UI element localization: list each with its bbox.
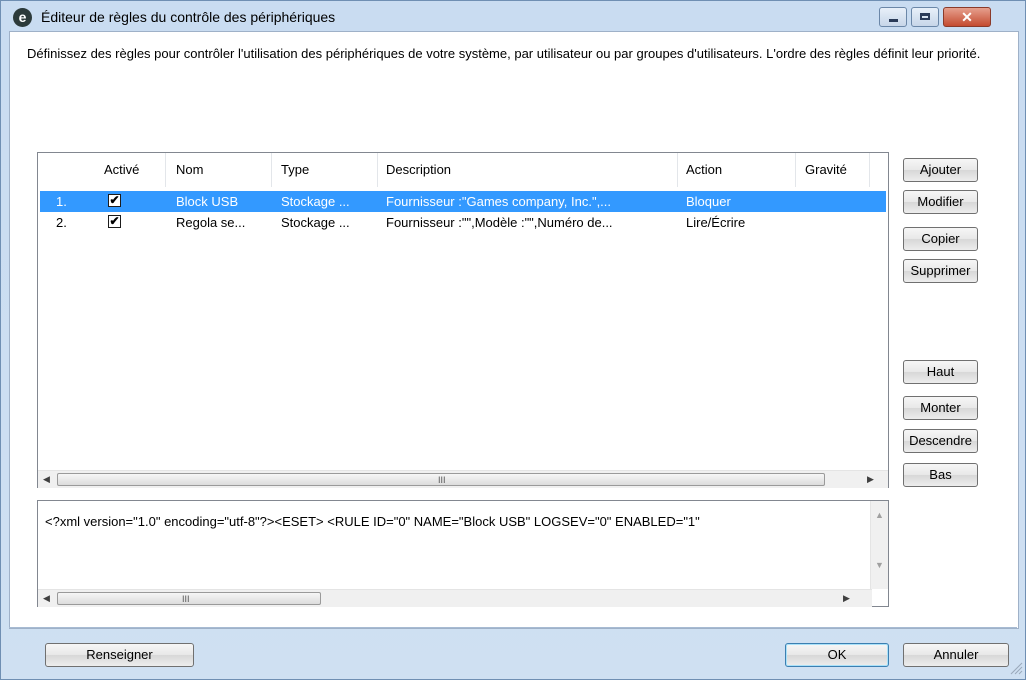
- row-action: Lire/Écrire: [686, 215, 746, 230]
- row-severity: [805, 212, 865, 233]
- scroll-up-icon[interactable]: ▲: [871, 507, 888, 524]
- delete-button[interactable]: Supprimer: [903, 259, 978, 283]
- rules-table[interactable]: Activé Nom Type Description Action Gravi…: [37, 152, 889, 488]
- maximize-icon: [920, 13, 930, 20]
- row-enabled-checkbox[interactable]: ✔: [108, 215, 121, 228]
- row-name: Block USB: [176, 194, 239, 209]
- table-horizontal-scrollbar[interactable]: ◀ III ▶: [38, 470, 888, 488]
- title-bar[interactable]: e Éditeur de règles du contrôle des péri…: [1, 1, 1025, 31]
- ok-button[interactable]: OK: [785, 643, 889, 667]
- grip-icon: III: [182, 594, 190, 604]
- scroll-right-icon[interactable]: ▶: [862, 471, 879, 488]
- table-row[interactable]: 2. ✔ Regola se... Stockage ... Fournisse…: [40, 212, 886, 233]
- footer-divider: [9, 627, 1017, 628]
- close-icon: ✕: [961, 9, 973, 25]
- row-type: Stockage ...: [281, 215, 350, 230]
- column-header-type[interactable]: Type: [281, 153, 309, 187]
- row-name: Regola se...: [176, 215, 246, 230]
- copy-button[interactable]: Copier: [903, 227, 978, 251]
- column-header-enabled[interactable]: Activé: [104, 153, 139, 187]
- xml-preview-box[interactable]: <?xml version="1.0" encoding="utf-8"?><E…: [37, 500, 889, 607]
- scroll-thumb[interactable]: III: [57, 592, 321, 605]
- scroll-left-icon[interactable]: ◀: [38, 471, 55, 488]
- xml-horizontal-scrollbar[interactable]: ◀ III ▶: [38, 589, 872, 607]
- dialog-description: Définissez des règles pour contrôler l'u…: [27, 46, 981, 61]
- scroll-left-icon[interactable]: ◀: [38, 590, 55, 607]
- row-description: Fournisseur :"",Modèle :"",Numéro de...: [386, 215, 613, 230]
- populate-button[interactable]: Renseigner: [45, 643, 194, 667]
- column-header-action[interactable]: Action: [686, 153, 722, 187]
- row-index: 1.: [56, 194, 67, 209]
- row-type: Stockage ...: [281, 194, 350, 209]
- edit-button[interactable]: Modifier: [903, 190, 978, 214]
- minimize-button[interactable]: [879, 7, 907, 27]
- move-down-button[interactable]: Descendre: [903, 429, 978, 453]
- close-button[interactable]: ✕: [943, 7, 991, 27]
- column-header-severity[interactable]: Gravité: [805, 153, 847, 187]
- scroll-right-icon[interactable]: ▶: [838, 590, 855, 607]
- move-top-button[interactable]: Haut: [903, 360, 978, 384]
- add-button[interactable]: Ajouter: [903, 158, 978, 182]
- dialog-window: e Éditeur de règles du contrôle des péri…: [0, 0, 1026, 680]
- cancel-button[interactable]: Annuler: [903, 643, 1009, 667]
- row-description: Fournisseur :"Games company, Inc.",...: [386, 194, 612, 209]
- column-header-name[interactable]: Nom: [176, 153, 203, 187]
- minimize-icon: [889, 19, 898, 22]
- column-header-description[interactable]: Description: [386, 153, 451, 187]
- row-enabled-checkbox[interactable]: ✔: [108, 194, 121, 207]
- resize-grip-icon[interactable]: [1009, 661, 1023, 675]
- move-up-button[interactable]: Monter: [903, 396, 978, 420]
- table-row[interactable]: 1. ✔ Block USB Stockage ... Fournisseur …: [40, 191, 886, 212]
- table-header: Activé Nom Type Description Action Gravi…: [38, 153, 888, 187]
- scroll-thumb[interactable]: III: [57, 473, 825, 486]
- xml-preview-text: <?xml version="1.0" encoding="utf-8"?><E…: [45, 514, 700, 529]
- scroll-down-icon[interactable]: ▼: [871, 557, 888, 574]
- xml-vertical-scrollbar[interactable]: ▲ ▼: [870, 501, 888, 589]
- eset-logo-icon: e: [13, 8, 32, 27]
- move-bottom-button[interactable]: Bas: [903, 463, 978, 487]
- grip-icon: III: [438, 475, 446, 485]
- row-index: 2.: [56, 215, 67, 230]
- row-severity: [805, 191, 865, 212]
- row-action: Bloquer: [686, 194, 731, 209]
- maximize-button[interactable]: [911, 7, 939, 27]
- window-title: Éditeur de règles du contrôle des périph…: [41, 9, 336, 25]
